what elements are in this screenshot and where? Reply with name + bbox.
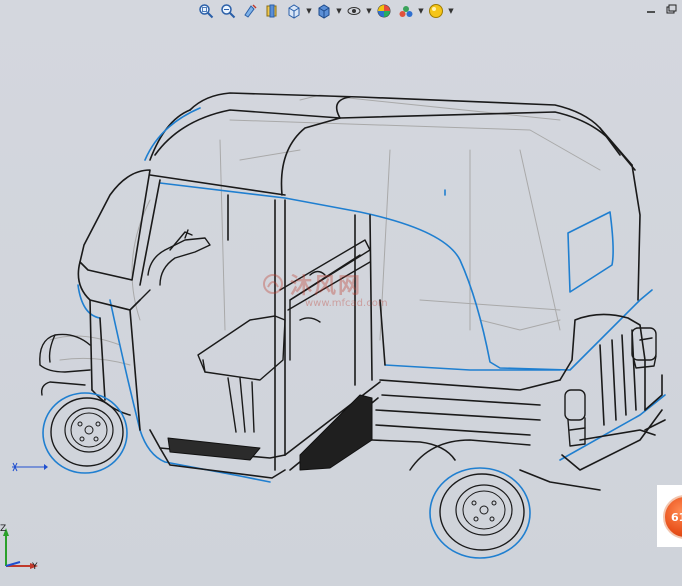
hidden-edges — [49, 94, 601, 366]
front-fender — [39, 333, 91, 396]
triad-axes-icon — [3, 528, 38, 569]
watermark-url: www.mfcad.com — [305, 298, 388, 309]
watermark-logo-icon — [263, 274, 283, 294]
footboard — [167, 437, 261, 461]
rear-wheel — [409, 439, 531, 559]
watermark-text: 沐风网 — [290, 274, 363, 299]
handlebar — [139, 229, 211, 301]
floating-badge[interactable]: 61 — [657, 485, 682, 547]
front-wheel — [42, 392, 128, 474]
graphics-viewport[interactable]: ▼ ▼ ▼ ▼ ▼ 沐风网 www.mfcad.com Z Y 6 — [0, 0, 682, 586]
lower-body — [149, 313, 666, 491]
watermark: 沐风网 — [262, 268, 362, 300]
floor-panel — [299, 394, 373, 471]
triad-y-label: Y — [32, 562, 38, 572]
triad-z-label: Z — [0, 524, 7, 534]
reference-axis-icon — [12, 462, 48, 472]
badge-circle[interactable]: 61 — [663, 495, 682, 539]
front-cabin — [77, 169, 161, 431]
coordinate-triad: Z Y — [0, 522, 44, 582]
